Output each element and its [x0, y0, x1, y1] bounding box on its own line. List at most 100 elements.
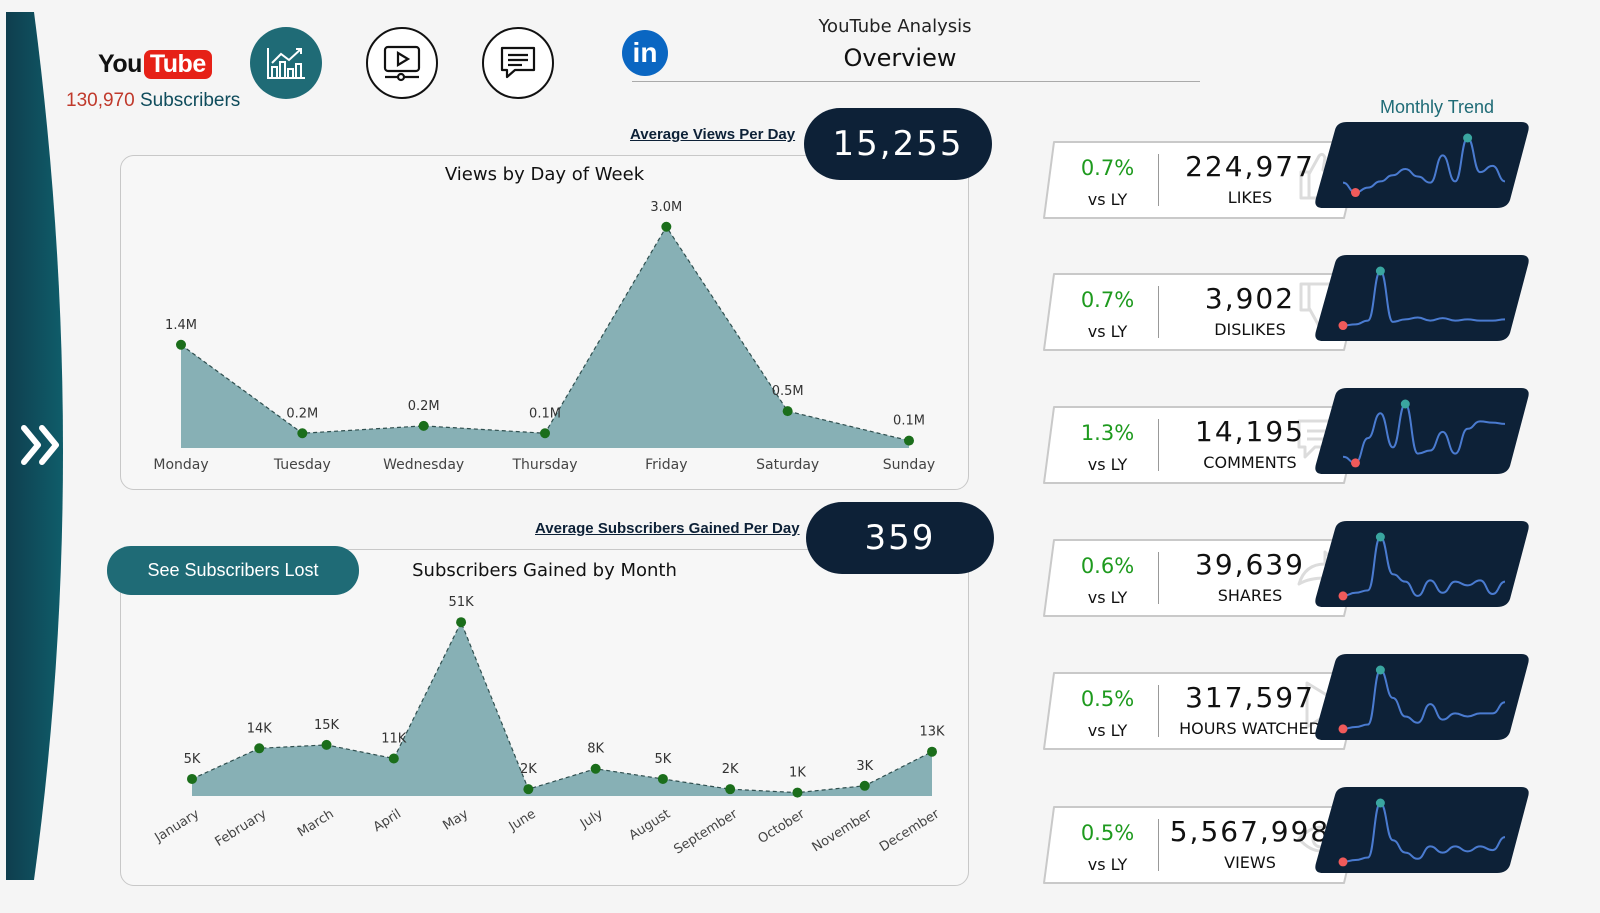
kpi-divider	[1158, 286, 1159, 338]
data-label: 3.0M	[650, 200, 682, 215]
video-play-icon	[383, 45, 421, 82]
area-fill	[192, 622, 932, 796]
sparkline-views	[1315, 787, 1529, 873]
data-point	[792, 787, 803, 798]
x-tick-label: June	[506, 807, 539, 835]
data-label: 0.2M	[408, 399, 440, 414]
kpi-vs-ly: vs LY	[1087, 588, 1128, 607]
sparkline-min-point	[1338, 321, 1348, 331]
kpi-change-pct: 0.5%	[1080, 687, 1135, 711]
data-label: 0.2M	[286, 406, 318, 421]
data-point	[187, 773, 197, 784]
monthly-trend-title: Monthly Trend	[1380, 97, 1495, 117]
data-point	[904, 435, 914, 446]
sparkline-max-point	[1375, 665, 1385, 675]
kpi-value: 224,977	[1185, 150, 1315, 183]
data-label: 1.4M	[165, 318, 197, 333]
logo-you: You	[98, 50, 142, 78]
avg-subs-value: 359	[806, 502, 994, 574]
data-point	[661, 221, 672, 232]
data-point	[176, 339, 186, 350]
page-subtitle: Overview	[843, 44, 957, 72]
avg-subs-label: Average Subscribers Gained Per Day	[535, 520, 800, 537]
kpi-label: LIKES	[1227, 188, 1273, 207]
x-tick-label: November	[810, 806, 876, 855]
kpi-vs-ly: vs LY	[1087, 721, 1128, 740]
youtube-logo: You Tube	[98, 50, 212, 79]
page-title: YouTube Analysis	[818, 16, 972, 37]
data-label: 3K	[856, 759, 873, 774]
avg-views-label: Average Views Per Day	[630, 126, 796, 143]
avg-views-value: 15,255	[804, 108, 992, 180]
x-tick-label: Tuesday	[273, 457, 331, 473]
x-tick-label: Thursday	[511, 457, 577, 473]
data-label: 2K	[520, 762, 537, 777]
x-tick-label: Saturday	[756, 457, 819, 473]
kpi-divider	[1158, 552, 1159, 604]
kpi-divider	[1158, 685, 1159, 737]
x-tick-label: May	[440, 807, 471, 834]
data-label: 15K	[314, 718, 340, 733]
kpi-value: 39,639	[1195, 548, 1305, 581]
kpi-vs-ly: vs LY	[1087, 190, 1128, 209]
kpi-value: 317,597	[1185, 681, 1315, 714]
kpi-change-pct: 0.5%	[1080, 821, 1135, 845]
data-label: 11K	[381, 732, 407, 747]
kpi-label: HOURS WATCHED	[1179, 719, 1321, 738]
nav-videos-button[interactable]	[366, 27, 438, 99]
data-point	[523, 784, 534, 795]
data-point	[418, 420, 429, 431]
kpi-label: SHARES	[1217, 586, 1283, 605]
x-tick-label: Wednesday	[383, 457, 464, 473]
kpi-label: VIEWS	[1224, 853, 1276, 872]
kpi-divider	[1158, 154, 1159, 206]
subscribers-by-month-chart: 5K January 14K February 15K March 11K April 51K M…	[152, 595, 945, 857]
data-label: 8K	[587, 742, 604, 757]
data-point	[657, 773, 668, 784]
subscriber-label: Subscribers	[139, 90, 241, 111]
expand-sidebar-button[interactable]	[18, 420, 68, 470]
data-label: 0.5M	[772, 384, 804, 399]
data-label: 13K	[919, 725, 945, 740]
x-tick-label: January	[152, 807, 203, 847]
linkedin-icon[interactable]: in	[622, 30, 668, 76]
kpi-change-pct: 0.7%	[1080, 156, 1135, 180]
sparkline-min-point	[1350, 458, 1360, 468]
x-tick-label: August	[626, 807, 673, 844]
sparkline-likes	[1315, 122, 1529, 208]
kpi-change-pct: 1.3%	[1080, 421, 1135, 445]
sparkline-min-point	[1338, 591, 1348, 601]
kpi-value: 3,902	[1204, 282, 1296, 315]
data-label: 5K	[184, 752, 201, 767]
sparkline-comments	[1315, 388, 1529, 474]
kpi-vs-ly: vs LY	[1087, 322, 1128, 341]
x-tick-label: September	[671, 806, 740, 857]
data-point	[590, 763, 601, 774]
sparkline-min-point	[1338, 857, 1348, 867]
data-point	[388, 753, 399, 764]
data-point	[540, 428, 550, 439]
linkedin-text: in	[632, 37, 658, 68]
x-tick-label: March	[295, 807, 337, 841]
x-tick-label: Sunday	[883, 457, 935, 473]
kpi-label: DISLIKES	[1214, 320, 1286, 339]
nav-analytics-button[interactable]	[250, 27, 322, 99]
x-tick-label: April	[371, 807, 404, 835]
sparkline-hours-watched	[1315, 654, 1529, 740]
kpi-change-pct: 0.7%	[1080, 288, 1135, 312]
data-point	[782, 406, 793, 417]
data-label: 0.1M	[529, 406, 561, 421]
data-label: 51K	[449, 595, 475, 610]
see-subscribers-lost-button[interactable]: See Subscribers Lost	[107, 546, 359, 595]
data-label: 1K	[789, 766, 806, 781]
x-tick-label: July	[577, 807, 606, 833]
subscribers-chart-panel: Subscribers Gained by Month 5K January 14K…	[120, 549, 969, 886]
nav-comments-button[interactable]	[482, 27, 554, 99]
sparkline-max-point	[1463, 133, 1473, 143]
data-label: 5K	[655, 752, 672, 767]
logo-tube: Tube	[143, 50, 212, 79]
views-by-day-chart: 1.4M Monday 0.2M Tuesday 0.2M Wednesday 0.1M Th…	[153, 200, 935, 473]
data-point	[456, 617, 467, 628]
subscriber-count: 130,970 Subscribers	[66, 90, 240, 112]
kpi-divider	[1158, 419, 1159, 471]
